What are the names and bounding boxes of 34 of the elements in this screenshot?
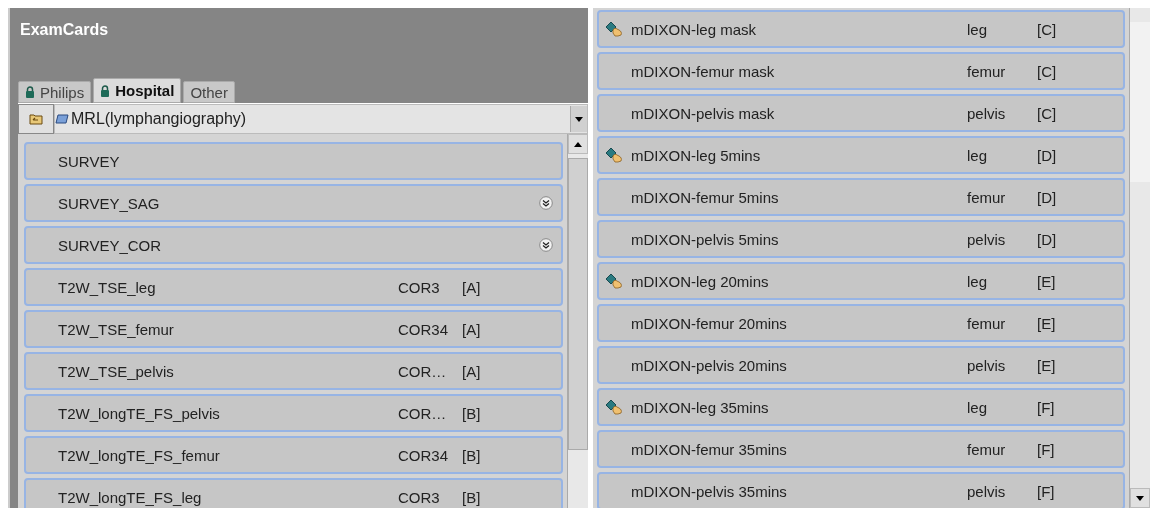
scan-row[interactable]: mDIXON-femur 20mins femur [E] xyxy=(597,304,1125,342)
scan-row[interactable]: mDIXON-leg 5mins leg [D] xyxy=(597,136,1125,174)
scan-row[interactable]: T2W_longTE_FS_leg COR3 [B] xyxy=(24,478,563,508)
scan-row[interactable]: SURVEY xyxy=(24,142,563,180)
tab[interactable]: Philips xyxy=(18,81,92,103)
scan-row[interactable]: mDIXON-pelvis mask pelvis [C] xyxy=(597,94,1125,132)
scrollbar[interactable] xyxy=(567,134,588,508)
scan-row[interactable]: T2W_TSE_femur COR34 [A] xyxy=(24,310,563,348)
scan-row[interactable]: mDIXON-femur 5mins femur [D] xyxy=(597,178,1125,216)
folder-icon xyxy=(29,113,43,125)
scrollbar[interactable] xyxy=(1129,8,1150,508)
scan-row[interactable]: T2W_TSE_pelvis COR… [A] xyxy=(24,352,563,390)
exam-card-dropdown[interactable]: MRL(lymphangiography) xyxy=(54,104,588,134)
scan-row[interactable]: T2W_longTE_FS_pelvis COR… [B] xyxy=(24,394,563,432)
scan-row[interactable]: mDIXON-leg mask leg [C] xyxy=(597,10,1125,48)
folder-button[interactable] xyxy=(18,104,54,134)
scan-row[interactable]: SURVEY_SAG xyxy=(24,184,563,222)
tab[interactable]: Hospital xyxy=(93,78,182,103)
card-icon xyxy=(55,114,69,124)
scan-row[interactable]: mDIXON-femur mask femur [C] xyxy=(597,52,1125,90)
scan-row[interactable]: SURVEY_COR xyxy=(24,226,563,264)
scan-row[interactable]: mDIXON-pelvis 35mins pelvis [F] xyxy=(597,472,1125,508)
scroll-down-icon xyxy=(1136,495,1144,501)
scan-row[interactable]: mDIXON-pelvis 5mins pelvis [D] xyxy=(597,220,1125,258)
dropdown-arrow-icon xyxy=(575,116,583,122)
scroll-up-icon xyxy=(574,141,582,147)
scan-row[interactable]: T2W_TSE_leg COR3 [A] xyxy=(24,268,563,306)
tab[interactable]: Other xyxy=(183,81,235,103)
scan-row[interactable]: mDIXON-pelvis 20mins pelvis [E] xyxy=(597,346,1125,384)
scan-row[interactable]: T2W_longTE_FS_femur COR34 [B] xyxy=(24,436,563,474)
scan-row[interactable]: mDIXON-leg 35mins leg [F] xyxy=(597,388,1125,426)
scan-row[interactable]: mDIXON-leg 20mins leg [E] xyxy=(597,262,1125,300)
panel-title: ExamCards xyxy=(19,20,110,40)
scan-row[interactable]: mDIXON-femur 35mins femur [F] xyxy=(597,430,1125,468)
